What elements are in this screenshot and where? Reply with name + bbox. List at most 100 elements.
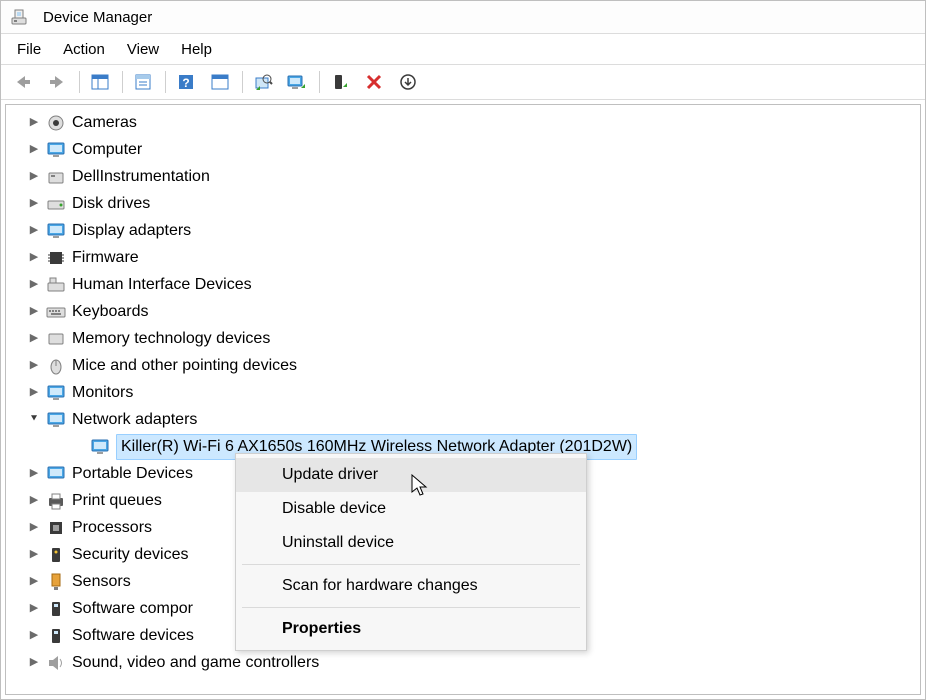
memory-icon — [46, 329, 66, 349]
tree-item-monitors[interactable]: ▶ Monitors — [6, 379, 920, 406]
tree-item-keyboards[interactable]: ▶ Keyboards — [6, 298, 920, 325]
chevron-right-icon[interactable]: ▶ — [26, 601, 42, 617]
chevron-right-icon[interactable]: ▶ — [26, 169, 42, 185]
toolbar-separator — [122, 71, 123, 93]
menu-view[interactable]: View — [117, 37, 169, 62]
titlebar: Device Manager — [1, 1, 925, 34]
tree-item-sound[interactable]: ▶ Sound, video and game controllers — [6, 649, 920, 676]
chevron-right-icon[interactable]: ▶ — [26, 331, 42, 347]
toolbar-forward-button[interactable] — [41, 67, 73, 97]
back-arrow-icon — [13, 74, 33, 90]
tree-item-network-adapters[interactable]: ⯆ Network adapters — [6, 406, 920, 433]
uninstall-x-icon — [365, 73, 383, 91]
help-icon: ? — [176, 73, 196, 91]
tree-item-mice[interactable]: ▶ Mice and other pointing devices — [6, 352, 920, 379]
properties-icon — [133, 73, 153, 91]
software-component-icon — [46, 599, 66, 619]
action-icon — [210, 73, 230, 91]
menu-file[interactable]: File — [7, 37, 51, 62]
down-arrow-circle-icon — [399, 73, 417, 91]
chevron-right-icon[interactable]: ▶ — [26, 547, 42, 563]
tree-item-hid[interactable]: ▶ Human Interface Devices — [6, 271, 920, 298]
svg-text:?: ? — [182, 76, 189, 90]
toolbar-help-button[interactable]: ? — [170, 67, 202, 97]
disk-drive-icon — [46, 194, 66, 214]
toolbar-separator — [79, 71, 80, 93]
tree-item-dellinstrumentation[interactable]: ▶ DellInstrumentation — [6, 163, 920, 190]
hid-icon — [46, 275, 66, 295]
speaker-icon — [46, 653, 66, 673]
chevron-right-icon[interactable]: ▶ — [26, 493, 42, 509]
chevron-right-icon[interactable]: ▶ — [26, 223, 42, 239]
chevron-right-icon[interactable]: ▶ — [26, 574, 42, 590]
network-adapter-icon — [90, 437, 110, 457]
chevron-right-icon[interactable]: ▶ — [26, 520, 42, 536]
toolbar-back-button[interactable] — [7, 67, 39, 97]
panel-icon — [90, 73, 110, 91]
chevron-right-icon[interactable]: ▶ — [26, 277, 42, 293]
toolbar-action-button[interactable] — [204, 67, 236, 97]
toolbar-uninstall-button[interactable] — [358, 67, 390, 97]
mouse-icon — [46, 356, 66, 376]
firmware-chip-icon — [46, 248, 66, 268]
portable-device-icon — [46, 464, 66, 484]
context-menu: Update driver Disable device Uninstall d… — [235, 453, 587, 651]
tree-item-firmware[interactable]: ▶ Firmware — [6, 244, 920, 271]
toolbar-update-driver-button[interactable] — [281, 67, 313, 97]
printer-icon — [46, 491, 66, 511]
chevron-down-icon[interactable]: ⯆ — [26, 412, 42, 428]
display-adapter-icon — [46, 221, 66, 241]
tree-item-display-adapters[interactable]: ▶ Display adapters — [6, 217, 920, 244]
toolbar-enable-button[interactable] — [324, 67, 356, 97]
tree-item-disk-drives[interactable]: ▶ Disk drives — [6, 190, 920, 217]
client-area: ▶ Cameras ▶ Computer ▶ — [1, 100, 925, 699]
menubar: File Action View Help — [1, 34, 925, 65]
context-menu-update-driver[interactable]: Update driver — [236, 458, 586, 492]
chevron-right-icon[interactable]: ▶ — [26, 250, 42, 266]
chevron-right-icon[interactable]: ▶ — [26, 196, 42, 212]
context-menu-scan-hardware[interactable]: Scan for hardware changes — [236, 569, 586, 603]
device-manager-window: Device Manager File Action View Help — [0, 0, 926, 700]
tree-item-computer[interactable]: ▶ Computer — [6, 136, 920, 163]
toolbar-separator — [319, 71, 320, 93]
enable-device-icon — [331, 73, 349, 91]
chevron-right-icon[interactable]: ▶ — [26, 628, 42, 644]
security-icon — [46, 545, 66, 565]
menu-help[interactable]: Help — [171, 37, 222, 62]
forward-arrow-icon — [47, 74, 67, 90]
context-menu-separator — [242, 607, 580, 608]
monitor-icon — [46, 383, 66, 403]
toolbar-properties-button[interactable] — [127, 67, 159, 97]
toolbar: ? — [1, 65, 925, 100]
processor-chip-icon — [46, 518, 66, 538]
chevron-right-icon[interactable]: ▶ — [26, 115, 42, 131]
chevron-right-icon[interactable]: ▶ — [26, 655, 42, 671]
context-menu-uninstall-device[interactable]: Uninstall device — [236, 526, 586, 560]
toolbar-separator — [242, 71, 243, 93]
window-title: Device Manager — [43, 9, 152, 26]
menu-action[interactable]: Action — [53, 37, 115, 62]
camera-icon — [46, 113, 66, 133]
monitor-icon — [46, 140, 66, 160]
toolbar-disable-button[interactable] — [392, 67, 424, 97]
chevron-right-icon[interactable]: ▶ — [26, 385, 42, 401]
software-device-icon — [46, 626, 66, 646]
sensor-icon — [46, 572, 66, 592]
toolbar-scan-button[interactable] — [247, 67, 279, 97]
keyboard-icon — [46, 302, 66, 322]
chevron-right-icon[interactable]: ▶ — [26, 358, 42, 374]
tree-item-cameras[interactable]: ▶ Cameras — [6, 109, 920, 136]
chevron-right-icon[interactable]: ▶ — [26, 142, 42, 158]
context-menu-separator — [242, 564, 580, 565]
chevron-right-icon[interactable]: ▶ — [26, 466, 42, 482]
update-driver-icon — [286, 73, 308, 91]
tree-item-memory-technology[interactable]: ▶ Memory technology devices — [6, 325, 920, 352]
toolbar-show-hide-tree-button[interactable] — [84, 67, 116, 97]
network-adapter-icon — [46, 410, 66, 430]
scan-hardware-icon — [253, 73, 273, 91]
dell-icon — [46, 167, 66, 187]
chevron-right-icon[interactable]: ▶ — [26, 304, 42, 320]
context-menu-properties[interactable]: Properties — [236, 612, 586, 646]
context-menu-disable-device[interactable]: Disable device — [236, 492, 586, 526]
toolbar-separator — [165, 71, 166, 93]
